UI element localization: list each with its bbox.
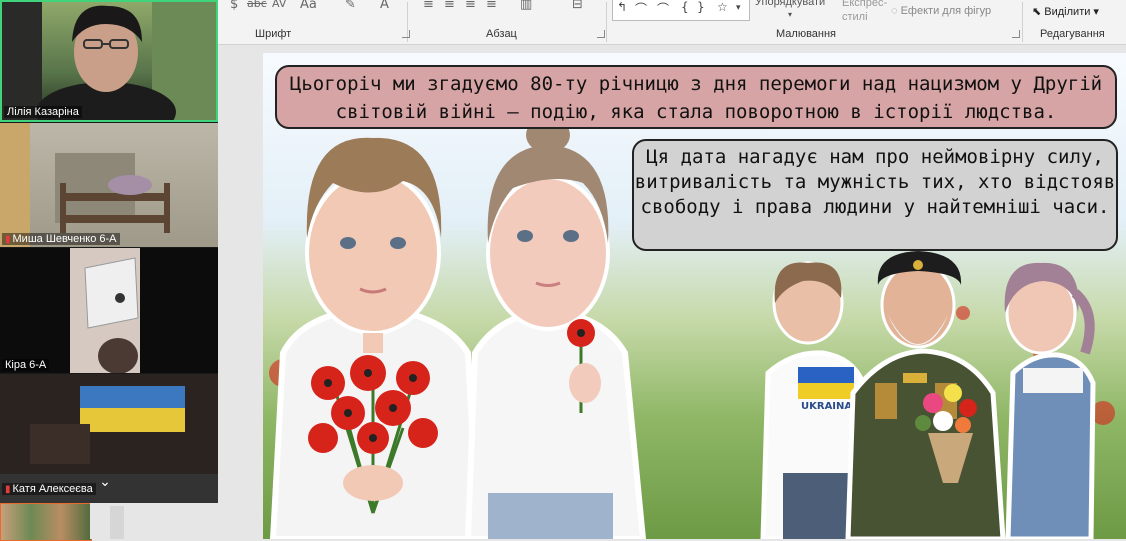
participant-name-tag: ▮ Катя Алексеєва [2, 483, 96, 495]
participant-name-tag: ▮ Миша Шевченко 6-А [2, 233, 120, 245]
ribbon-separator [1022, 2, 1023, 42]
cursor-arrow-icon: ⬉ [1032, 6, 1045, 18]
participant-name: Катя Алексеєва [12, 483, 93, 495]
select-dropdown-icon: ▾ [1090, 6, 1099, 18]
shirt-label: UKRAINA [801, 401, 852, 412]
currency-icon[interactable]: $ [230, 0, 238, 12]
editing-group-label: Редагування [1040, 28, 1105, 40]
chevron-down-icon[interactable]: ⌄ [95, 474, 115, 494]
caption-top[interactable]: Цьогоріч ми згадуємо 80-ту річницю з дня… [275, 65, 1117, 129]
align-center-icon[interactable]: ≡ [444, 0, 455, 12]
shape-effects-icon: ◌ [891, 5, 901, 17]
participant-tile[interactable]: ▮ Миша Шевченко 6-А [0, 123, 218, 247]
change-case-icon[interactable]: Aa [300, 0, 317, 12]
star-shape-icon[interactable]: ☆ [717, 0, 728, 14]
justify-icon[interactable]: ≡ [486, 0, 497, 12]
video-panel: Лілія Казаріна ▮ Миша Шевченко 6-А Кіра 6… [0, 0, 218, 503]
select-label: Виділити [1044, 6, 1091, 18]
font-dialog-launcher-icon[interactable] [402, 30, 410, 38]
left-brace-shape-icon[interactable]: { [681, 0, 689, 14]
curve-shape-icon[interactable]: ⌒ [635, 0, 647, 17]
freeform-shape-icon[interactable]: ↰ [617, 0, 627, 14]
shapes-gallery[interactable]: ↰ ⌒ ⌒ { } ☆ ▾ [612, 0, 750, 21]
ribbon-separator [606, 2, 607, 42]
slide-canvas[interactable]: UKRAINA Цьогоріч ми згадуємо 80-ту річни… [263, 53, 1126, 539]
slide-thumbnail[interactable] [0, 503, 92, 541]
drawing-group-label: Малювання [776, 28, 837, 40]
char-spacing-icon[interactable]: AV [272, 0, 286, 10]
drawing-dialog-launcher-icon[interactable] [1012, 30, 1020, 38]
text-align-icon[interactable]: ⊟ [572, 0, 583, 12]
arc-shape-icon[interactable]: ⌒ [657, 0, 669, 17]
arrange-button[interactable]: Упорядкувати [755, 0, 825, 8]
strikethrough-icon[interactable]: abc [247, 0, 267, 10]
participant-name: Кіра 6-А [2, 359, 50, 371]
highlight-icon[interactable]: ✎ [345, 0, 356, 12]
shape-effects-button[interactable]: ◌ Ефекти для фігур [891, 5, 991, 17]
gallery-more-icon[interactable]: ▾ [736, 3, 741, 13]
participant-video [70, 248, 140, 373]
select-button[interactable]: ⬉ Виділити ▾ [1032, 5, 1099, 18]
align-left-icon[interactable]: ≡ [423, 0, 434, 12]
muted-microphone-icon: ▮ [5, 234, 11, 245]
shape-effects-label: Ефекти для фігур [900, 5, 992, 17]
columns-icon[interactable]: ▥ [520, 0, 532, 12]
right-brace-shape-icon[interactable]: } [697, 0, 705, 14]
font-color-icon[interactable]: A [380, 0, 389, 12]
participant-video [2, 2, 216, 120]
font-group-label: Шрифт [255, 28, 292, 40]
participant-name: Лілія Казаріна [4, 106, 82, 118]
participant-video [0, 123, 170, 247]
quick-styles-button[interactable]: Експрес-стилі [842, 0, 890, 24]
participant-tile[interactable]: Лілія Казаріна [0, 0, 218, 122]
scrollbar[interactable] [110, 506, 124, 539]
participant-name: Миша Шевченко 6-А [12, 233, 117, 245]
caption-right[interactable]: Ця дата нагадує нам про неймовірну силу,… [632, 139, 1118, 251]
participant-tile[interactable]: Кіра 6-А [0, 248, 218, 373]
paragraph-dialog-launcher-icon[interactable] [597, 30, 605, 38]
arrange-dropdown-icon[interactable]: ▾ [788, 10, 792, 19]
muted-microphone-icon: ▮ [5, 484, 11, 495]
align-right-icon[interactable]: ≡ [465, 0, 476, 12]
paragraph-group-label: Абзац [486, 28, 517, 40]
